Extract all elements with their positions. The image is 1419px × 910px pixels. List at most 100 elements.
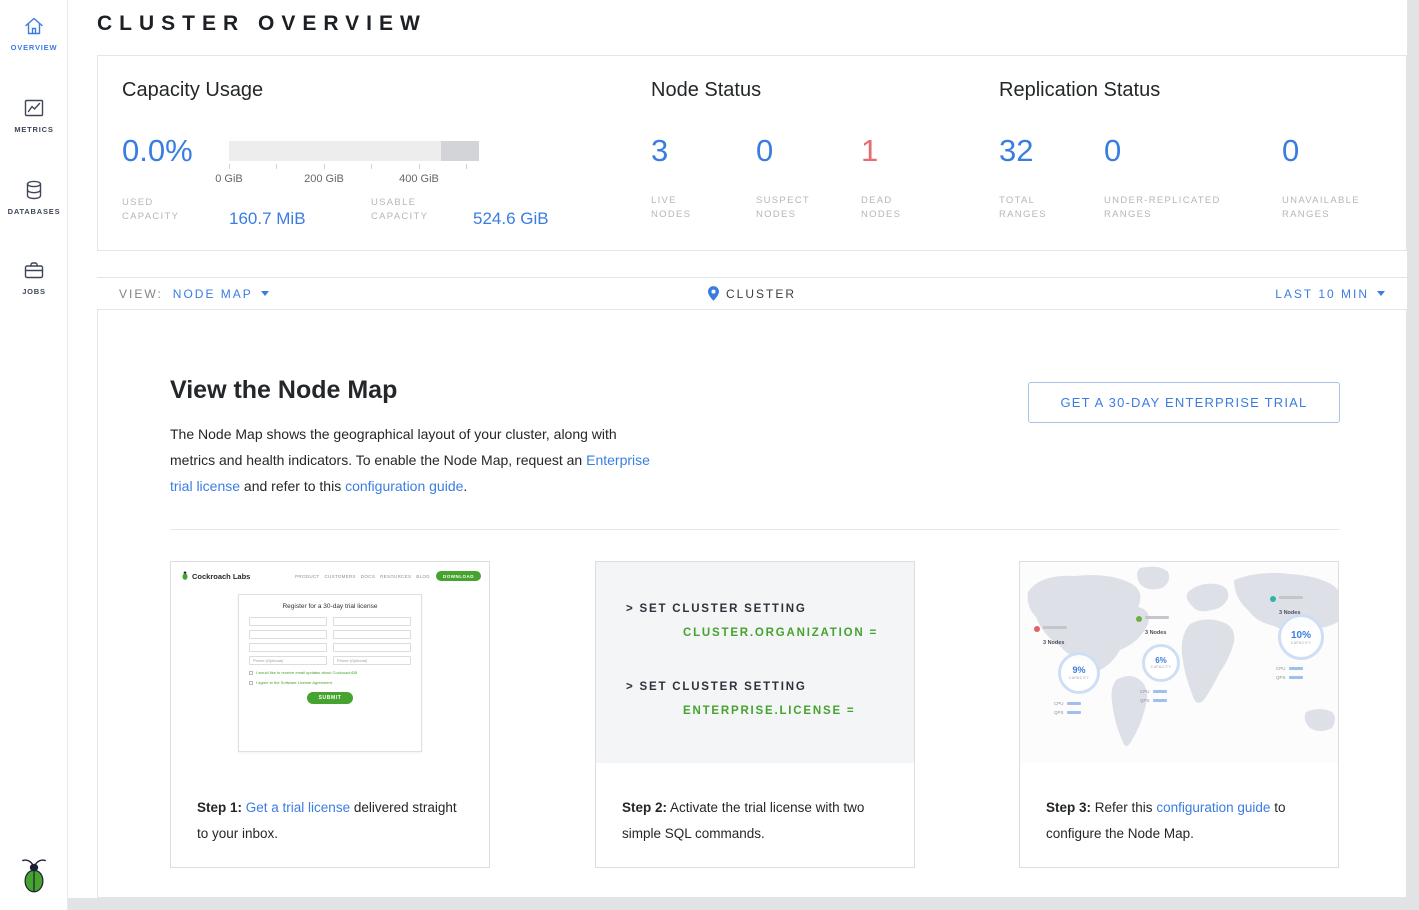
sidebar: OVERVIEW METRICS DATABASES JOBS: [0, 0, 68, 910]
capacity-gauge: 10% CAPACITY: [1278, 614, 1324, 660]
suspect-nodes-label: SUSPECT NODES: [756, 194, 810, 222]
qps-stat-row: QPS: [1140, 698, 1167, 703]
step-3-card: 3 Nodes 3 Nodes 3 Nodes 9% CAPACI: [1019, 561, 1339, 868]
axis-tick: [466, 164, 467, 169]
sidebar-item-jobs[interactable]: JOBS: [0, 258, 68, 296]
main-content: CLUSTER OVERVIEW Capacity Usage 0.0% 0 G…: [68, 0, 1407, 898]
sidebar-item-overview[interactable]: OVERVIEW: [0, 14, 68, 52]
configuration-guide-link[interactable]: configuration guide: [1156, 800, 1270, 815]
node-map-preview: 3 Nodes 3 Nodes 3 Nodes 9% CAPACI: [1020, 562, 1338, 763]
locality-name: [1043, 626, 1067, 629]
step-1-caption: Step 1: Get a trial license delivered st…: [171, 763, 489, 847]
node-map-description: The Node Map shows the geographical layo…: [170, 421, 656, 499]
cluster-breadcrumb: CLUSTER: [708, 286, 796, 301]
capacity-usage-section: Capacity Usage 0.0% 0 GiB 200 GiB 400 Gi…: [122, 78, 602, 238]
axis-tick-label: 0 GiB: [215, 173, 243, 185]
usable-capacity-value: 524.6 GiB: [473, 209, 549, 229]
node-map-panel: View the Node Map GET A 30-DAY ENTERPRIS…: [97, 310, 1407, 898]
page-title: CLUSTER OVERVIEW: [97, 12, 427, 36]
dead-nodes-label: DEAD NODES: [861, 194, 901, 222]
divider: [170, 529, 1340, 530]
view-mode-dropdown[interactable]: NODE MAP: [173, 287, 269, 301]
capacity-bar-chart: [229, 141, 479, 161]
total-ranges-label: TOTAL RANGES: [999, 194, 1047, 222]
mini-cockroach-logo-icon: [181, 567, 189, 585]
dead-nodes-value: 1: [861, 134, 901, 168]
mini-checkbox-row: I agree to the Software License Agreemen…: [249, 680, 411, 685]
sidebar-item-label: JOBS: [0, 287, 68, 296]
axis-tick: [371, 164, 372, 169]
mini-site-brand: Cockroach Labs: [192, 572, 250, 581]
cockroachdb-logo[interactable]: [0, 857, 68, 898]
under-replicated-ranges-stat: 0 UNDER-REPLICATED RANGES: [1104, 134, 1221, 222]
usable-capacity-label: USABLE CAPACITY: [371, 196, 428, 224]
enterprise-trial-button[interactable]: GET A 30-DAY ENTERPRISE TRIAL: [1028, 382, 1340, 423]
node-status-title: Node Status: [651, 78, 761, 102]
form-field: [333, 617, 411, 626]
locality-dot-icon: [1270, 596, 1276, 602]
mini-site-header: Cockroach Labs PRODUCT CUSTOMERS DOCS RE…: [181, 568, 481, 584]
step-2-caption: Step 2: Activate the trial license with …: [596, 763, 914, 847]
unavailable-ranges-value: 0: [1282, 134, 1360, 168]
unavailable-ranges-label: UNAVAILABLE RANGES: [1282, 194, 1360, 222]
chevron-down-icon: [1377, 291, 1385, 296]
capacity-usage-title: Capacity Usage: [122, 78, 602, 102]
axis-tick: [276, 164, 277, 169]
form-field: [333, 630, 411, 639]
cluster-breadcrumb-label: CLUSTER: [726, 287, 796, 301]
under-replicated-ranges-label: UNDER-REPLICATED RANGES: [1104, 194, 1221, 222]
admin-ui-page: OVERVIEW METRICS DATABASES JOBS: [0, 0, 1419, 910]
sidebar-item-label: METRICS: [0, 125, 68, 134]
time-range-dropdown[interactable]: LAST 10 MIN: [1275, 287, 1407, 301]
dead-nodes-stat: 1 DEAD NODES: [861, 134, 901, 222]
live-nodes-label: LIVE NODES: [651, 194, 691, 222]
locality-name: [1145, 616, 1169, 619]
live-nodes-value: 3: [651, 134, 691, 168]
axis-tick: [324, 164, 325, 169]
location-pin-icon: [708, 286, 719, 301]
mini-registration-form: Register for a 30-day trial license Phon…: [238, 594, 422, 752]
sidebar-item-databases[interactable]: DATABASES: [0, 178, 68, 216]
view-label: VIEW:: [119, 287, 163, 301]
axis-tick: [419, 164, 420, 169]
configuration-guide-link[interactable]: configuration guide: [345, 478, 463, 494]
sidebar-item-label: DATABASES: [0, 207, 68, 216]
get-trial-license-link[interactable]: Get a trial license: [246, 800, 350, 815]
locality-dot-icon: [1034, 626, 1040, 632]
cpu-stat-row: CPU: [1054, 701, 1081, 706]
database-icon: [0, 178, 68, 202]
mini-download-button: DOWNLOAD: [436, 571, 481, 581]
form-field: [249, 630, 327, 639]
qps-stat-row: QPS: [1054, 710, 1081, 715]
mini-checkbox-row: I would like to receive email updates ab…: [249, 670, 411, 675]
used-capacity-value: 160.7 MiB: [229, 209, 306, 229]
form-field: [333, 643, 411, 652]
briefcase-icon: [0, 258, 68, 282]
sidebar-item-metrics[interactable]: METRICS: [0, 96, 68, 134]
total-ranges-stat: 32 TOTAL RANGES: [999, 134, 1047, 222]
cluster-summary-panel: Capacity Usage 0.0% 0 GiB 200 GiB 400 Gi…: [97, 55, 1407, 251]
step-1-card: Cockroach Labs PRODUCT CUSTOMERS DOCS RE…: [170, 561, 490, 868]
capacity-gauge: 9% CAPACITY: [1058, 652, 1100, 694]
phone-field: Phone (Optional): [249, 656, 327, 665]
metrics-chart-icon: [0, 96, 68, 120]
total-ranges-value: 32: [999, 134, 1047, 168]
trial-license-site-screenshot: Cockroach Labs PRODUCT CUSTOMERS DOCS RE…: [171, 562, 489, 763]
mini-form-fields: Phone (Optional) Phone (Optional): [249, 617, 411, 665]
sql-commands-block: > SET CLUSTER SETTING CLUSTER.ORGANIZATI…: [596, 562, 914, 763]
form-field: [249, 617, 327, 626]
capacity-used-percent: 0.0%: [122, 134, 193, 168]
replication-status-section: Replication Status 32 TOTAL RANGES 0 UND…: [999, 78, 1160, 102]
sidebar-item-label: OVERVIEW: [0, 43, 68, 52]
cpu-stat-row: CPU: [1140, 689, 1167, 694]
mini-submit-button: SUBMIT: [307, 692, 353, 704]
unavailable-ranges-stat: 0 UNAVAILABLE RANGES: [1282, 134, 1360, 222]
view-toolbar: VIEW: NODE MAP CLUSTER LAST 10 MIN: [97, 277, 1407, 310]
locality-name: [1279, 596, 1303, 599]
cpu-stat-row: CPU: [1276, 666, 1303, 671]
axis-tick: [229, 164, 230, 169]
capacity-bar-nonusable-segment: [441, 141, 479, 161]
locality-badge: 3 Nodes: [1136, 616, 1169, 639]
view-selector-group: VIEW: NODE MAP: [97, 287, 269, 301]
home-icon: [0, 14, 68, 38]
